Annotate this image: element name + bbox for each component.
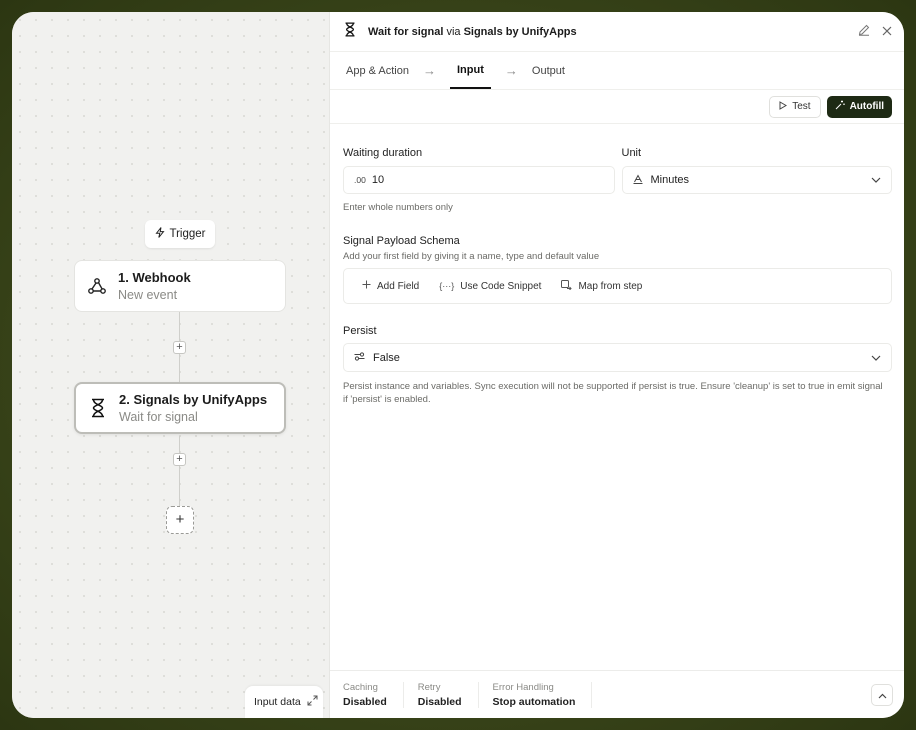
map-from-step-label: Map from step (578, 280, 643, 292)
tab-output[interactable]: Output (532, 52, 565, 89)
tab-input[interactable]: Input (450, 52, 491, 89)
test-button[interactable]: Test (769, 95, 821, 118)
code-braces-icon: {···} (439, 281, 455, 291)
caching-value: Disabled (343, 695, 387, 708)
persist-select[interactable]: False (343, 343, 892, 372)
add-field-button[interactable]: Add Field (362, 280, 419, 292)
arrow-right-icon: → (504, 63, 518, 78)
autofill-button[interactable]: Autofill (826, 95, 892, 118)
action-name: Wait for signal (368, 25, 444, 38)
waiting-duration-hint: Enter whole numbers only (343, 202, 453, 213)
node-subtitle: Wait for signal (119, 410, 198, 424)
node-subtitle: New event (118, 288, 178, 302)
expand-icon[interactable] (307, 695, 318, 709)
add-field-label: Add Field (377, 280, 420, 292)
schema-box: Add Field {···} Use Code Snippet Map fro… (343, 268, 892, 304)
app-name: Signals by UnifyApps (463, 25, 577, 38)
unit-label: Unit (621, 147, 642, 159)
magic-wand-icon (835, 100, 845, 113)
tab-app-action[interactable]: App & Action (346, 52, 409, 89)
use-code-snippet-button[interactable]: {···} Use Code Snippet (439, 281, 541, 292)
error-handling-value: Stop automation (492, 695, 576, 708)
webhook-icon (87, 276, 107, 296)
trigger-label: Trigger (169, 228, 206, 240)
test-label: Test (792, 101, 811, 112)
expand-footer-button[interactable] (871, 684, 893, 706)
schema-hint: Add your first field by giving it a name… (343, 251, 600, 262)
chevron-down-icon (871, 174, 881, 186)
retry-setting[interactable]: Retry Disabled (417, 681, 479, 708)
lightning-icon (154, 227, 165, 241)
use-code-snippet-label: Use Code Snippet (460, 280, 542, 292)
panel-footer: Caching Disabled Retry Disabled Error Ha… (330, 670, 904, 718)
edit-icon[interactable] (858, 23, 870, 41)
persist-hint: Persist instance and variables. Sync exe… (343, 381, 883, 405)
caching-label: Caching (343, 681, 378, 693)
via-text: via (446, 25, 461, 38)
waiting-duration-input[interactable]: .00 10 (343, 166, 615, 194)
error-handling-setting[interactable]: Error Handling Stop automation (492, 681, 593, 708)
input-form: Waiting duration .00 10 Unit Minutes Ent… (330, 147, 904, 406)
add-step-button[interactable]: + (173, 341, 186, 354)
panel-title: Wait for signal via Signals by UnifyApps (368, 26, 577, 38)
hourglass-icon (344, 21, 356, 42)
unit-value: Minutes (650, 174, 690, 186)
add-final-step-button[interactable]: + (166, 506, 194, 534)
panel-header: Wait for signal via Signals by UnifyApps (330, 12, 904, 52)
plus-icon (362, 280, 371, 292)
hourglass-icon (88, 398, 108, 418)
input-data-toggle[interactable]: Input data (245, 686, 323, 718)
retry-label: Retry (417, 681, 441, 693)
chevron-up-icon (878, 686, 887, 704)
schema-label: Signal Payload Schema (343, 235, 460, 247)
trigger-button[interactable]: Trigger (145, 220, 215, 248)
node-webhook[interactable]: 1. Webhook New event (74, 260, 286, 312)
node-title: 1. Webhook (118, 270, 191, 285)
unit-select[interactable]: Minutes (621, 166, 892, 194)
close-icon[interactable] (882, 23, 892, 41)
connector-line (179, 436, 180, 506)
node-title: 2. Signals by UnifyApps (119, 392, 268, 407)
persist-label: Persist (343, 325, 377, 337)
waiting-duration-label: Waiting duration (343, 147, 423, 159)
add-step-button[interactable]: + (173, 453, 186, 466)
chevron-down-icon (871, 352, 881, 364)
waiting-duration-value: 10 (371, 174, 385, 186)
persist-value: False (373, 351, 400, 364)
input-data-label: Input data (254, 696, 301, 708)
node-signals[interactable]: 2. Signals by UnifyApps Wait for signal (74, 382, 286, 434)
retry-value: Disabled (417, 695, 462, 708)
step-config-panel: Wait for signal via Signals by UnifyApps… (329, 12, 904, 718)
play-icon (779, 100, 788, 113)
map-from-step-button[interactable]: Map from step (561, 279, 643, 293)
panel-toolbar: Test Autofill (330, 90, 904, 124)
text-type-icon (633, 173, 643, 187)
workflow-canvas[interactable]: Trigger 1. Webhook New event + 2. Signal… (12, 12, 329, 718)
autofill-label: Autofill (849, 101, 884, 112)
app-frame: Trigger 1. Webhook New event + 2. Signal… (12, 12, 904, 718)
error-handling-label: Error Handling (492, 681, 554, 693)
map-icon (561, 279, 573, 293)
number-type-icon: .00 (354, 175, 366, 185)
tab-bar: App & Action → Input → Output (330, 52, 904, 90)
arrow-right-icon: → (423, 63, 436, 78)
caching-setting[interactable]: Caching Disabled (343, 681, 404, 708)
toggle-icon (354, 351, 365, 364)
